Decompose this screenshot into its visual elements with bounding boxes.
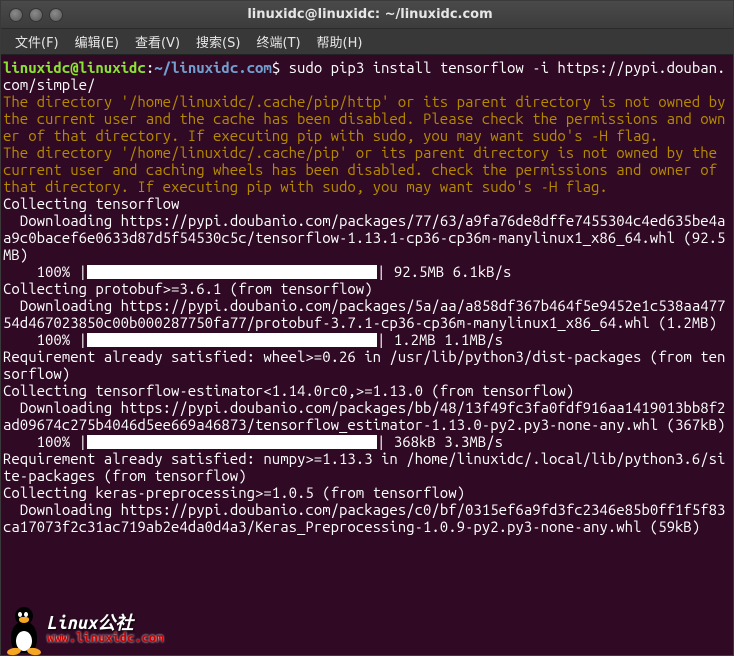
progress-est-pct: 100% |: [3, 433, 87, 450]
menu-edit[interactable]: 编辑(E): [67, 30, 127, 53]
line-collect-keras: Collecting keras-preprocessing>=1.0.5 (f…: [3, 484, 465, 501]
progress-tf-pct: 100% |: [3, 263, 87, 280]
prompt-path: ~/linuxidc.com: [154, 59, 272, 76]
close-icon[interactable]: [9, 8, 23, 22]
menu-help[interactable]: 帮助(H): [309, 30, 371, 53]
menu-file[interactable]: 文件(F): [7, 30, 67, 53]
window-title: linuxidc@linuxidc: ~/linuxidc.com: [69, 7, 671, 22]
line-collect-estimator: Collecting tensorflow-estimator<1.14.0rc…: [3, 382, 574, 399]
progress-est-tail: | 368kB 3.3MB/s: [377, 433, 503, 450]
line-download-estimator: Downloading https://pypi.doubanio.com/pa…: [3, 399, 725, 433]
terminal-output[interactable]: linuxidc@linuxidc:~/linuxidc.com$ sudo p…: [1, 55, 733, 655]
terminal-window: linuxidc@linuxidc: ~/linuxidc.com 文件(F) …: [0, 0, 734, 656]
menu-terminal[interactable]: 终端(T): [248, 30, 308, 53]
minimize-icon[interactable]: [29, 8, 43, 22]
warning-2: The directory '/home/linuxidc/.cache/pip…: [3, 144, 725, 195]
titlebar[interactable]: linuxidc@linuxidc: ~/linuxidc.com: [1, 1, 733, 29]
watermark-title: Linux公社: [47, 614, 163, 632]
prompt-sep: :: [146, 59, 154, 76]
tux-icon: [3, 605, 45, 653]
line-download-protobuf: Downloading https://pypi.doubanio.com/pa…: [3, 297, 725, 331]
line-collect-tensorflow: Collecting tensorflow: [3, 195, 179, 212]
progress-bar-estimator: [87, 435, 377, 449]
prompt-dollar: $: [272, 59, 280, 76]
line-download-keras: Downloading https://pypi.doubanio.com/pa…: [3, 501, 725, 535]
line-req-numpy: Requirement already satisfied: numpy>=1.…: [3, 450, 725, 484]
progress-proto-tail: | 1.2MB 1.1MB/s: [377, 331, 503, 348]
line-collect-protobuf: Collecting protobuf>=3.6.1 (from tensorf…: [3, 280, 373, 297]
prompt-user-host: linuxidc@linuxidc: [3, 59, 146, 76]
menu-search[interactable]: 搜索(S): [188, 30, 248, 53]
menu-view[interactable]: 查看(V): [127, 30, 188, 53]
maximize-icon[interactable]: [49, 8, 63, 22]
warning-1: The directory '/home/linuxidc/.cache/pip…: [3, 93, 734, 144]
line-req-wheel: Requirement already satisfied: wheel>=0.…: [3, 348, 725, 382]
progress-tf-tail: | 92.5MB 6.1kB/s: [377, 263, 511, 280]
progress-bar-protobuf: [87, 333, 377, 347]
watermark: Linux公社 www.linuxidc.com: [3, 605, 163, 653]
line-download-tensorflow: Downloading https://pypi.doubanio.com/pa…: [3, 212, 725, 263]
watermark-url: www.linuxidc.com: [47, 632, 163, 645]
progress-proto-pct: 100% |: [3, 331, 87, 348]
menubar: 文件(F) 编辑(E) 查看(V) 搜索(S) 终端(T) 帮助(H): [1, 29, 733, 55]
progress-bar-tensorflow: [87, 265, 377, 279]
